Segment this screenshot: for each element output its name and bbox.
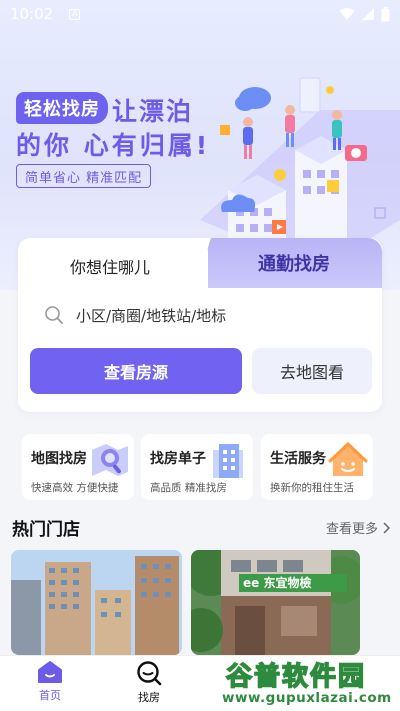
tab-where-to-live-label[interactable]: 你想住哪儿 xyxy=(70,254,150,278)
view-listings-button[interactable]: 查看房源 xyxy=(30,348,242,394)
feature-title: 找房单子 xyxy=(150,451,206,467)
signal-icon xyxy=(362,8,374,20)
status-bar: 10:02 A xyxy=(0,0,400,28)
storefront-building-photo: ee 东宜物檢 xyxy=(191,550,360,655)
hero-headline-line2: 的你 心有归属! xyxy=(16,131,211,160)
tab-commute-label[interactable]: 通勤找房 xyxy=(258,250,330,276)
high-rise-apartments-photo xyxy=(11,550,182,655)
status-time: 10:02 xyxy=(10,5,54,23)
tab-find-house-label[interactable]: 找房 xyxy=(138,689,160,705)
feature-house-list[interactable]: 找房单子 高品质 精准找房 xyxy=(141,434,253,500)
tab-home[interactable]: 首页 xyxy=(20,660,80,703)
watermark-title: 谷普软件园 xyxy=(225,661,367,693)
view-more-link[interactable]: 查看更多 xyxy=(326,518,390,537)
tab-find-house[interactable]: 找房 xyxy=(119,660,179,705)
battery-icon xyxy=(381,6,390,21)
map-view-button[interactable]: 去地图看 xyxy=(252,348,372,394)
chevron-right-icon xyxy=(383,521,390,534)
building-list-icon xyxy=(213,444,243,478)
site-watermark: 谷普软件园 www.gupuxlazai.com xyxy=(222,656,398,710)
feature-life-service[interactable]: 生活服务 换新你的租住生活 xyxy=(261,434,373,500)
feature-desc: 换新你的租住生活 xyxy=(270,482,354,494)
sim-icon: A xyxy=(69,8,81,20)
feature-desc: 高品质 精准找房 xyxy=(150,482,227,494)
feature-title: 地图找房 xyxy=(31,451,87,467)
hero-headline-line1: 让漂泊 xyxy=(112,97,194,126)
search-placeholder[interactable]: 小区/商圈/地铁站/地标 xyxy=(76,305,226,326)
home-icon xyxy=(38,661,62,683)
store-sign-text: ee 东宜物檢 xyxy=(243,575,311,590)
feature-map-search[interactable]: 地图找房 快速高效 方便快捷 xyxy=(22,434,134,500)
search-icon xyxy=(45,306,63,324)
tab-home-label[interactable]: 首页 xyxy=(39,687,61,703)
store-card[interactable]: ee 东宜物檢 xyxy=(191,550,360,655)
hot-stores-title: 热门门店 xyxy=(12,520,80,540)
house-smile-icon xyxy=(328,441,368,476)
feature-desc: 快速高效 方便快捷 xyxy=(31,482,119,494)
map-search-icon xyxy=(92,444,128,476)
search-input[interactable]: 小区/商圈/地铁站/地标 xyxy=(44,302,226,328)
hero-tag: 轻松找房 xyxy=(16,92,108,124)
watermark-url: www.gupuxlazai.com xyxy=(222,690,392,706)
hero-subtitle: 简单省心 精准匹配 xyxy=(16,164,152,188)
store-card[interactable] xyxy=(11,550,182,655)
feature-title: 生活服务 xyxy=(270,451,326,467)
search-icon xyxy=(137,661,162,686)
wifi-icon xyxy=(339,8,355,20)
view-more-label[interactable]: 查看更多 xyxy=(326,518,378,537)
